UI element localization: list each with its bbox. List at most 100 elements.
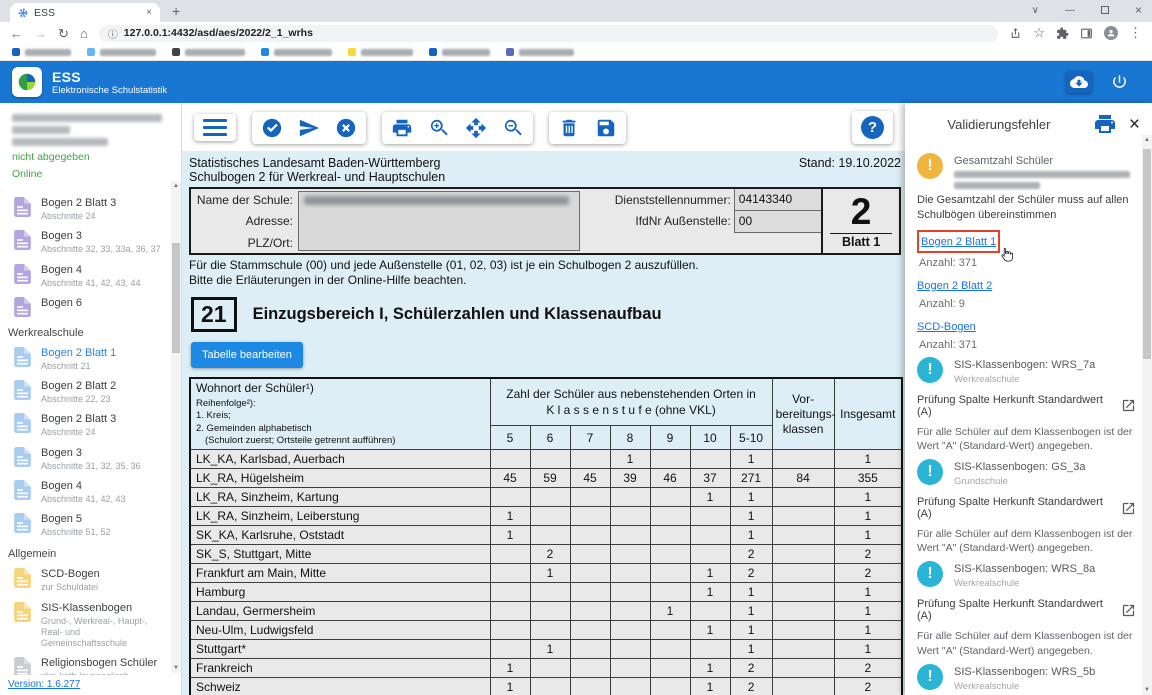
table-value-cell[interactable]: [570, 583, 610, 602]
table-value-cell[interactable]: [610, 621, 650, 640]
new-tab-button[interactable]: +: [172, 3, 180, 19]
table-value-cell[interactable]: 1: [690, 564, 730, 583]
table-value-cell[interactable]: 1: [730, 621, 772, 640]
branch-number-field[interactable]: 00: [734, 210, 822, 232]
table-value-cell[interactable]: [650, 640, 690, 659]
table-value-cell[interactable]: 1: [834, 526, 902, 545]
table-value-cell[interactable]: [650, 678, 690, 695]
sidebar-item-bogen-2-blatt-1[interactable]: Bogen 2 Blatt 1Abschnitt 21: [0, 343, 171, 376]
table-value-cell[interactable]: 1: [690, 678, 730, 695]
cancel-x-icon[interactable]: [335, 117, 357, 139]
table-value-cell[interactable]: [690, 507, 730, 526]
table-value-cell[interactable]: [772, 564, 834, 583]
sidebar-item-bogen-3[interactable]: Bogen 3Abschnitte 32, 33, 33a, 36, 37: [0, 226, 171, 259]
table-value-cell[interactable]: 2: [530, 545, 570, 564]
table-value-cell[interactable]: [570, 621, 610, 640]
table-value-cell[interactable]: [772, 621, 834, 640]
scrollbar-thumb[interactable]: [1143, 149, 1151, 359]
school-name-field[interactable]: [298, 191, 580, 251]
table-value-cell[interactable]: 1: [690, 488, 730, 507]
table-value-cell[interactable]: [570, 488, 610, 507]
table-value-cell[interactable]: [490, 602, 530, 621]
table-value-cell[interactable]: 1: [530, 640, 570, 659]
table-value-cell[interactable]: [530, 659, 570, 678]
table-value-cell[interactable]: 2: [834, 678, 902, 695]
table-value-cell[interactable]: 1: [834, 450, 902, 469]
home-icon[interactable]: ⌂: [80, 27, 88, 40]
table-value-cell[interactable]: [772, 583, 834, 602]
table-value-cell[interactable]: 1: [730, 488, 772, 507]
table-value-cell[interactable]: 45: [490, 469, 530, 488]
scroll-up-icon[interactable]: ▲: [1142, 137, 1152, 143]
table-value-cell[interactable]: 1: [490, 678, 530, 695]
table-value-cell[interactable]: [610, 488, 650, 507]
table-value-cell[interactable]: [530, 583, 570, 602]
reload-icon[interactable]: ↻: [58, 27, 69, 40]
table-value-cell[interactable]: 1: [834, 583, 902, 602]
table-value-cell[interactable]: [530, 488, 570, 507]
table-value-cell[interactable]: 1: [490, 507, 530, 526]
table-value-cell[interactable]: 45: [570, 469, 610, 488]
table-value-cell[interactable]: 2: [730, 564, 772, 583]
sidebar-item-religionsbogen-sch-ler[interactable]: Religionsbogen Schülerröm-kath./evangeli…: [0, 653, 171, 675]
table-value-cell[interactable]: [610, 564, 650, 583]
table-value-cell[interactable]: 1: [730, 526, 772, 545]
table-value-cell[interactable]: 37: [690, 469, 730, 488]
scroll-up-icon[interactable]: ▲: [171, 183, 181, 189]
table-value-cell[interactable]: 1: [730, 602, 772, 621]
share-icon[interactable]: [1009, 27, 1022, 40]
sidebar-item-bogen-3[interactable]: Bogen 3Abschnitte 31, 32, 35, 36: [0, 443, 171, 476]
table-value-cell[interactable]: [570, 678, 610, 695]
table-value-cell[interactable]: [650, 545, 690, 564]
table-value-cell[interactable]: [772, 545, 834, 564]
zoom-in-icon[interactable]: [428, 117, 450, 139]
side-panel-icon[interactable]: [1080, 27, 1093, 40]
window-maximize-icon[interactable]: [1101, 6, 1109, 14]
table-value-cell[interactable]: [610, 640, 650, 659]
bookmark-item[interactable]: [429, 48, 490, 56]
bookmark-item[interactable]: [348, 48, 413, 56]
table-value-cell[interactable]: [690, 640, 730, 659]
table-value-cell[interactable]: [570, 450, 610, 469]
extensions-puzzle-icon[interactable]: [1056, 27, 1069, 40]
table-value-cell[interactable]: [690, 602, 730, 621]
url-box[interactable]: ⓘ 127.0.0.1:4432/asd/aes/2022/2_1_wrhs: [99, 25, 999, 42]
table-value-cell[interactable]: [530, 450, 570, 469]
table-value-cell[interactable]: [772, 488, 834, 507]
table-value-cell[interactable]: 1: [834, 507, 902, 526]
table-value-cell[interactable]: [690, 545, 730, 564]
table-value-cell[interactable]: [610, 583, 650, 602]
table-value-cell[interactable]: [690, 526, 730, 545]
sidebar-item-bogen-5[interactable]: Bogen 5Abschnitte 51, 52: [0, 509, 171, 542]
bookmark-item[interactable]: [172, 48, 245, 56]
table-value-cell[interactable]: [610, 602, 650, 621]
bookmark-item[interactable]: [261, 48, 332, 56]
scrollbar-thumb[interactable]: [172, 243, 180, 353]
sidebar-scrollbar[interactable]: ▲ ▼: [171, 181, 181, 673]
cloud-download-button[interactable]: [1066, 71, 1092, 93]
bookmark-item[interactable]: [506, 48, 574, 56]
delete-trash-icon[interactable]: [558, 117, 580, 139]
table-value-cell[interactable]: [490, 640, 530, 659]
table-value-cell[interactable]: 1: [730, 640, 772, 659]
window-close-icon[interactable]: ×: [1135, 3, 1142, 17]
table-value-cell[interactable]: [490, 564, 530, 583]
browser-menu-icon[interactable]: ⋮: [1129, 25, 1142, 41]
table-value-cell[interactable]: [610, 659, 650, 678]
bookmark-star-icon[interactable]: ☆: [1033, 25, 1045, 41]
table-value-cell[interactable]: [650, 488, 690, 507]
table-value-cell[interactable]: 1: [730, 507, 772, 526]
table-value-cell[interactable]: [570, 640, 610, 659]
table-value-cell[interactable]: [490, 450, 530, 469]
logout-power-button[interactable]: [1106, 71, 1132, 93]
table-value-cell[interactable]: [490, 583, 530, 602]
table-value-cell[interactable]: 1: [834, 621, 902, 640]
bookmark-item[interactable]: [12, 48, 71, 56]
panel-scrollbar[interactable]: ▲ ▼: [1142, 135, 1152, 695]
table-value-cell[interactable]: [610, 678, 650, 695]
table-value-cell[interactable]: [650, 564, 690, 583]
table-value-cell[interactable]: 355: [834, 469, 902, 488]
table-value-cell[interactable]: 1: [834, 640, 902, 659]
table-value-cell[interactable]: 1: [730, 450, 772, 469]
table-value-cell[interactable]: [772, 659, 834, 678]
